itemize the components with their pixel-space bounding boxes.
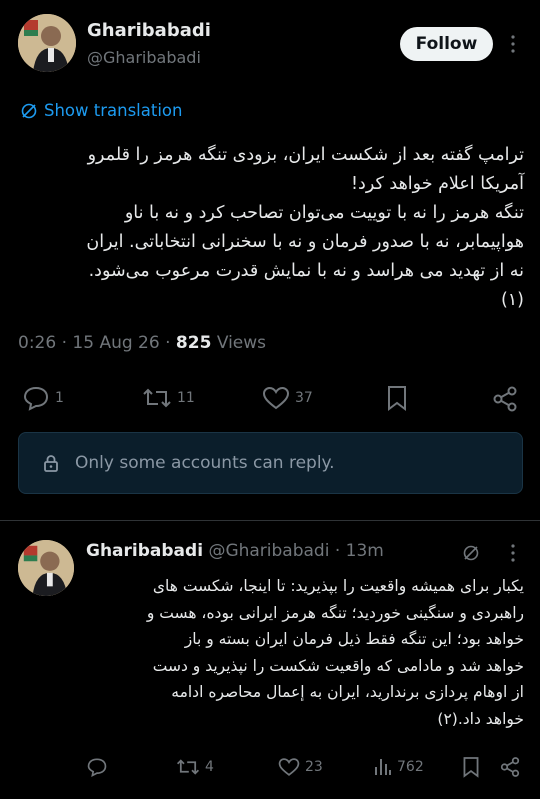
like-count: 37 (295, 390, 313, 406)
views-label: Views (216, 333, 267, 353)
more-options-icon[interactable] (508, 543, 518, 563)
tweet-text: ترامپ گفته بعد از شکست ایران، بزودی تنگه… (86, 145, 524, 310)
reply-avatar[interactable] (18, 540, 74, 596)
reply-icon (23, 386, 49, 411)
repost-button[interactable]: 4 (176, 757, 214, 777)
reply-restriction-text: Only some accounts can reply. (75, 453, 335, 473)
share-icon (493, 386, 517, 412)
bookmark-button[interactable] (462, 756, 480, 778)
meta-separator: · (165, 333, 176, 353)
reply-count: 1 (55, 390, 64, 406)
repost-button[interactable]: 11 (142, 386, 195, 410)
reply-icon (87, 758, 107, 777)
translate-icon (21, 103, 37, 118)
reply-button[interactable]: 1 (22, 385, 64, 411)
reply-author-handle[interactable]: @Gharibabadi (208, 541, 329, 561)
reply-time[interactable]: 13m (346, 541, 384, 561)
like-button[interactable]: 23 (278, 757, 323, 777)
author-handle[interactable]: @Gharibabadi (87, 48, 201, 67)
avatar[interactable] (18, 14, 76, 72)
views-count: 762 (397, 759, 424, 775)
share-button[interactable] (491, 385, 519, 413)
bookmark-icon (388, 386, 406, 411)
repost-count: 11 (177, 390, 195, 406)
lock-icon (44, 455, 58, 472)
reply-author-name[interactable]: Gharibabadi (86, 541, 203, 561)
repost-icon (143, 388, 171, 408)
tweet-date[interactable]: 15 Aug 26 (72, 333, 159, 353)
bookmark-icon (463, 757, 479, 778)
reply-restriction-notice: Only some accounts can reply. (18, 432, 523, 494)
like-button[interactable]: 37 (262, 386, 313, 410)
author-name[interactable]: Gharibabadi (87, 20, 211, 41)
heart-icon (278, 758, 300, 776)
heart-icon (262, 386, 290, 410)
share-icon (500, 757, 520, 777)
reply-header: Gharibabadi @Gharibabadi · 13m (86, 541, 384, 561)
meta-separator: · (61, 333, 73, 353)
avatar-image (18, 14, 76, 72)
avatar-image (18, 540, 74, 596)
meta-separator: · (334, 541, 341, 561)
views-count: 825 (175, 333, 212, 353)
tweet-time[interactable]: 0:26 (18, 333, 56, 353)
show-translation-label: Show translation (44, 101, 183, 120)
like-count: 23 (305, 759, 323, 775)
more-options-icon[interactable] (508, 34, 518, 54)
reply-button[interactable] (86, 757, 108, 777)
views-button[interactable]: 762 (374, 757, 424, 777)
follow-button[interactable]: Follow (400, 27, 493, 61)
translate-icon[interactable] (462, 544, 480, 566)
tweet-meta: 0:26 · 15 Aug 26 · 825 Views (18, 333, 266, 353)
bookmark-button[interactable] (386, 385, 408, 411)
repost-count: 4 (205, 759, 214, 775)
show-translation-link[interactable]: Show translation (20, 101, 183, 120)
repost-icon (176, 759, 200, 775)
divider (0, 520, 540, 521)
views-icon (375, 759, 391, 775)
share-button[interactable] (499, 756, 521, 778)
reply-text: یکبار برای همیشه واقعیت را بپذیرید: تا ا… (146, 577, 524, 728)
